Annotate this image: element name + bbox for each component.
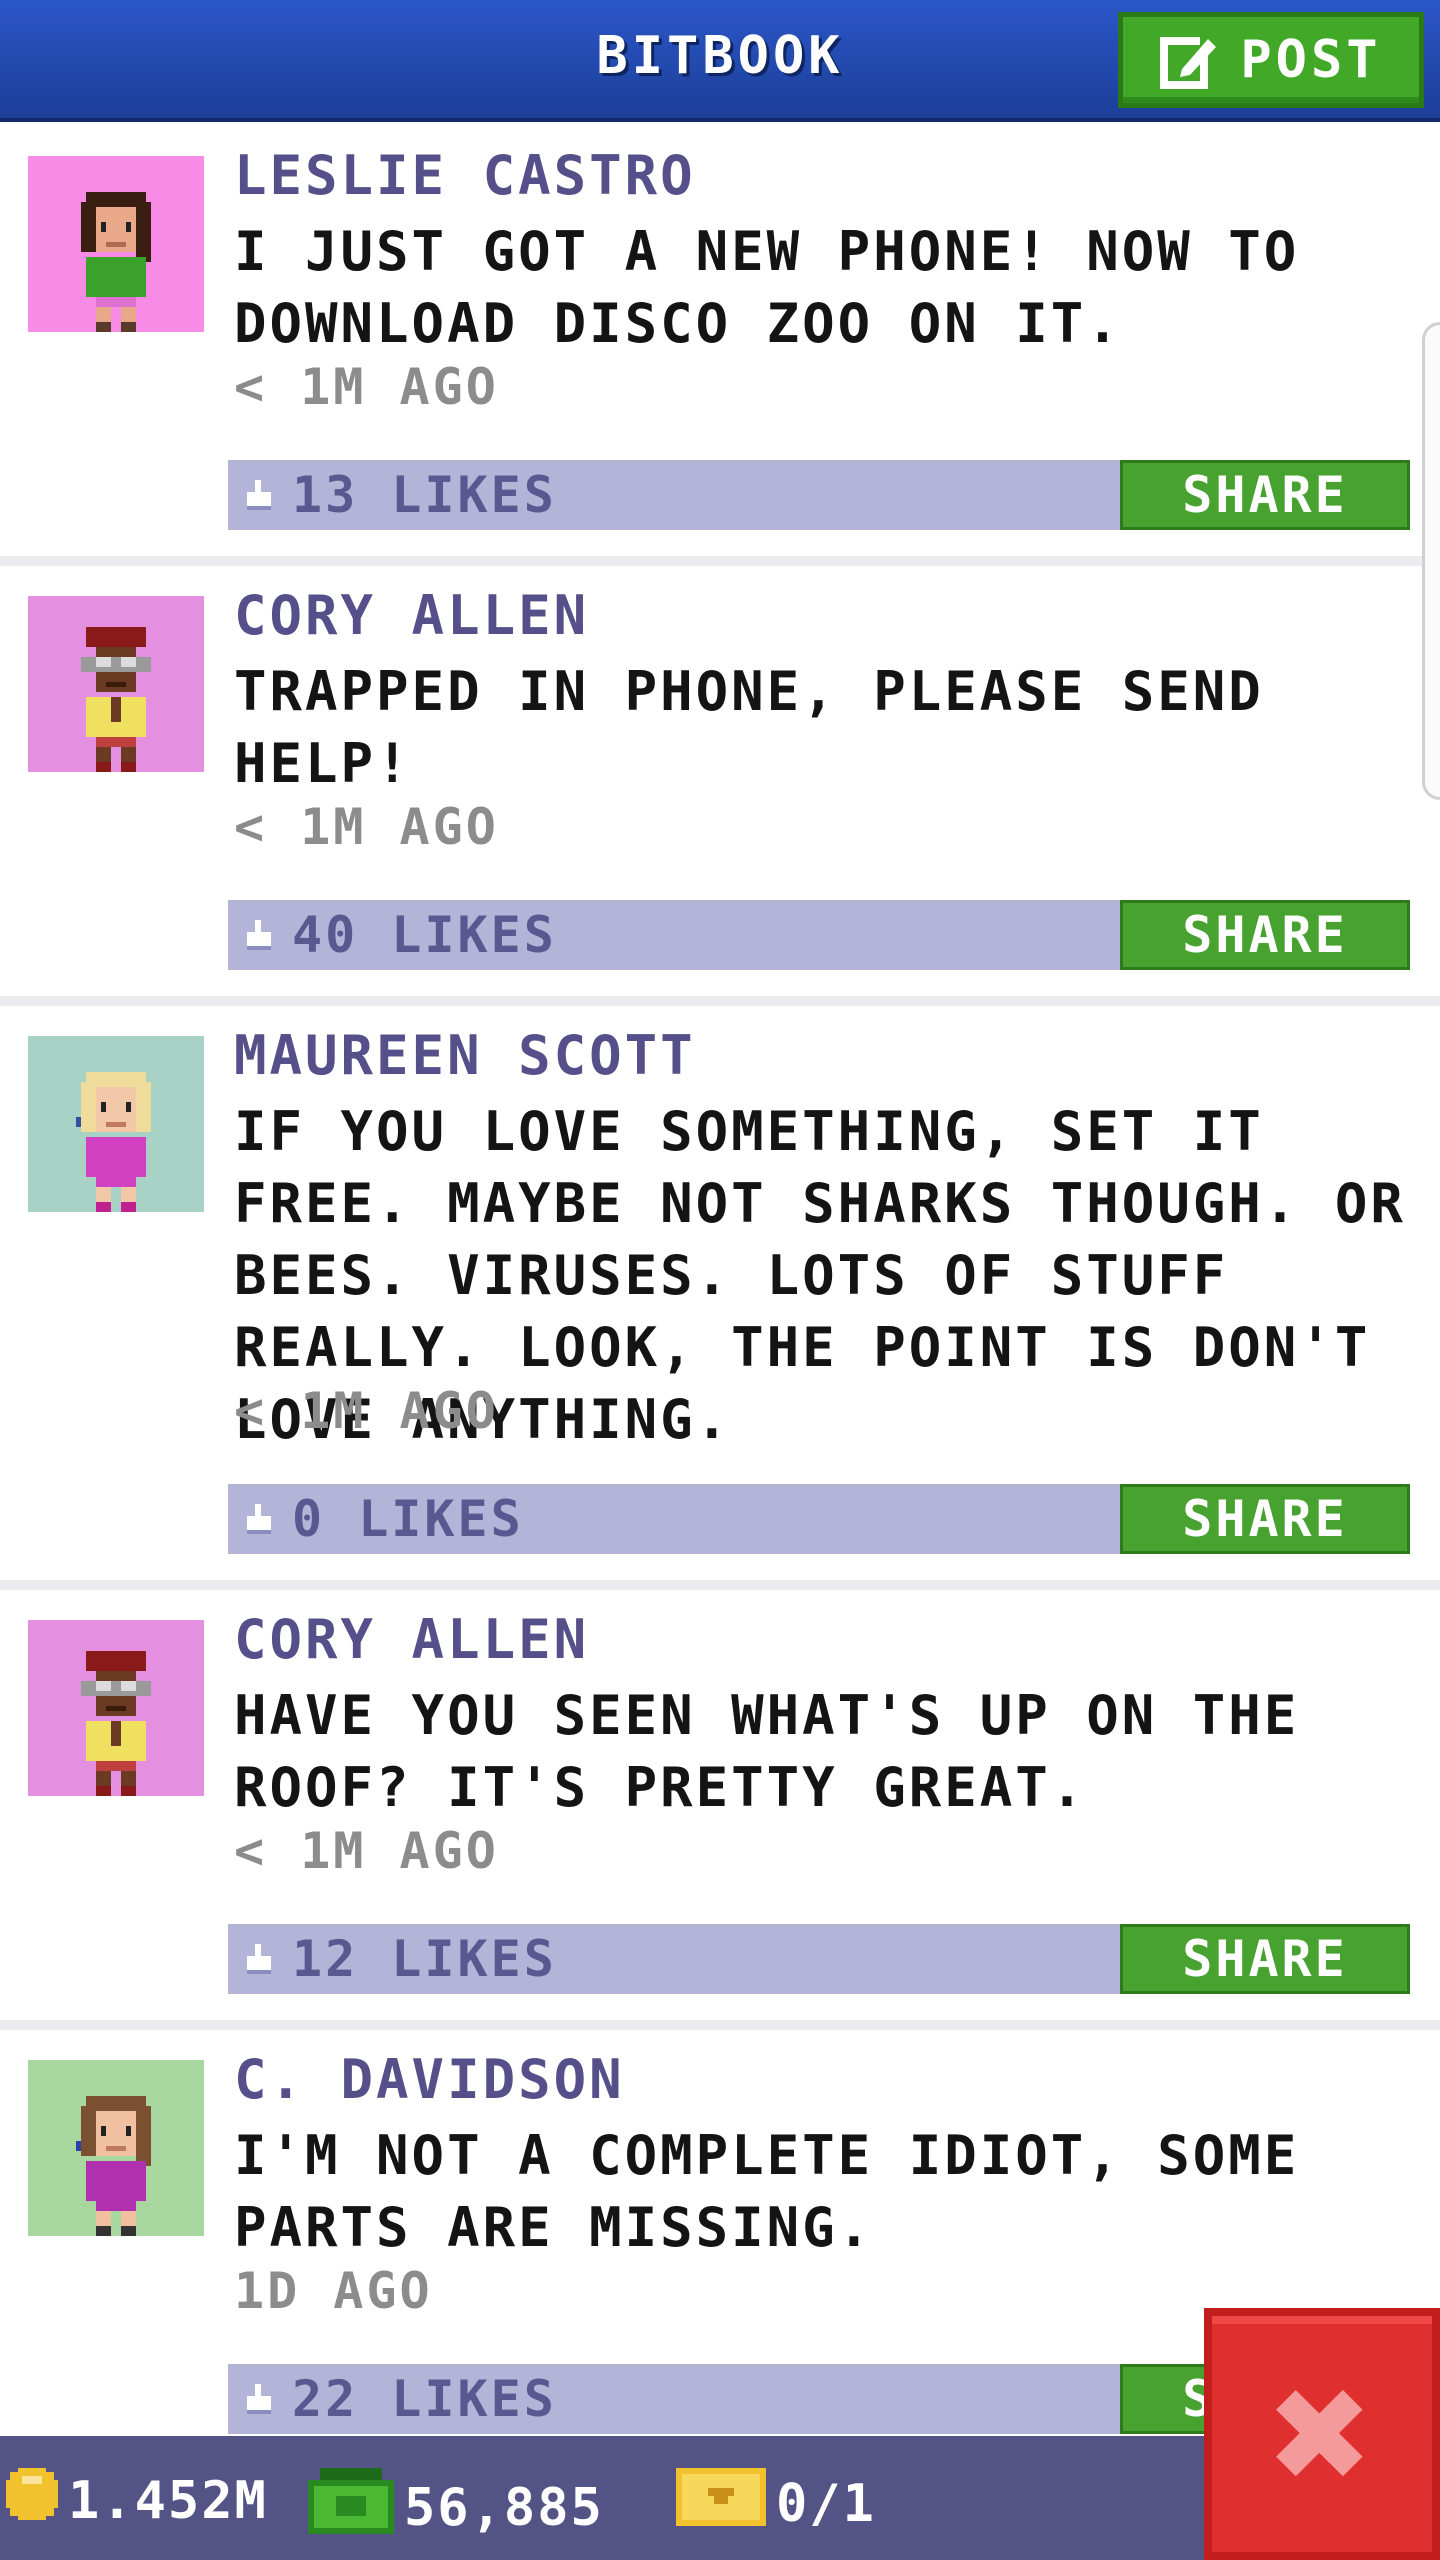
likes-count: 40 LIKES <box>292 906 557 964</box>
likes-count: 12 LIKES <box>292 1930 557 1988</box>
like-icon[interactable] <box>228 900 292 970</box>
cash-value: 56,885 <box>404 2477 604 2538</box>
coins-value: 1.452M <box>68 2470 268 2531</box>
like-icon[interactable] <box>228 1484 292 1554</box>
likes-bar: 13 LIKES SHARE <box>228 460 1410 530</box>
feed-post: CORY ALLEN HAVE YOU SEEN WHAT'S UP ON TH… <box>0 1590 1440 2030</box>
like-icon[interactable] <box>228 1924 292 1994</box>
tickets-stat: 0/1 <box>676 2468 876 2539</box>
post-author: LESLIE CASTRO <box>234 144 696 207</box>
like-icon[interactable] <box>228 2364 292 2434</box>
likes-bar: 12 LIKES SHARE <box>228 1924 1410 1994</box>
likes-count: 0 LIKES <box>292 1490 524 1548</box>
share-button[interactable]: SHARE <box>1120 460 1410 530</box>
likes-bar: 40 LIKES SHARE <box>228 900 1410 970</box>
post-author: MAUREEN SCOTT <box>234 1024 696 1087</box>
close-button[interactable]: ✖ <box>1204 2308 1440 2560</box>
avatar[interactable] <box>28 596 204 772</box>
feed-post: CORY ALLEN TRAPPED IN PHONE, PLEASE SEND… <box>0 566 1440 1006</box>
post-text: I'M NOT A COMPLETE IDIOT, SOME PARTS ARE… <box>234 2124 1300 2259</box>
avatar[interactable] <box>28 156 204 332</box>
post-text: TRAPPED IN PHONE, PLEASE SEND HELP! <box>234 660 1264 795</box>
coin-icon <box>6 2468 58 2533</box>
cash-stat: 56,885 <box>308 2468 604 2547</box>
share-button[interactable]: SHARE <box>1120 900 1410 970</box>
post-author: CORY ALLEN <box>234 584 590 647</box>
post-time: < 1M AGO <box>234 798 499 856</box>
post-author: C. DAVIDSON <box>234 2048 625 2111</box>
avatar[interactable] <box>28 1036 204 1212</box>
post-button-label: POST <box>1240 30 1382 90</box>
cash-icon <box>308 2468 394 2547</box>
post-author: CORY ALLEN <box>234 1608 590 1671</box>
close-icon: ✖ <box>1270 2335 1374 2533</box>
share-button[interactable]: SHARE <box>1120 1924 1410 1994</box>
post-text: I JUST GOT A NEW PHONE! NOW TO DOWNLOAD … <box>234 220 1300 355</box>
post-time: < 1M AGO <box>234 1382 499 1440</box>
post-time: < 1M AGO <box>234 1822 499 1880</box>
avatar[interactable] <box>28 1620 204 1796</box>
feed-post: MAUREEN SCOTT IF YOU LOVE SOMETHING, SET… <box>0 1006 1440 1590</box>
tickets-value: 0/1 <box>776 2473 876 2534</box>
post-time: 1D AGO <box>234 2262 433 2320</box>
ticket-icon <box>676 2468 766 2539</box>
post-text: HAVE YOU SEEN WHAT'S UP ON THE ROOF? IT'… <box>234 1684 1300 1819</box>
post-button[interactable]: POST <box>1118 12 1424 108</box>
avatar[interactable] <box>28 2060 204 2236</box>
like-icon[interactable] <box>228 460 292 530</box>
compose-icon <box>1160 31 1219 89</box>
feed-list[interactable]: LESLIE CASTRO I JUST GOT A NEW PHONE! NO… <box>0 126 1440 2436</box>
coins-stat: 1.452M <box>6 2468 268 2533</box>
top-bar: BITBOOK POST <box>0 0 1440 122</box>
likes-bar: 0 LIKES SHARE <box>228 1484 1410 1554</box>
post-time: < 1M AGO <box>234 358 499 416</box>
likes-count: 22 LIKES <box>292 2370 557 2428</box>
share-button[interactable]: SHARE <box>1120 1484 1410 1554</box>
likes-count: 13 LIKES <box>292 466 557 524</box>
feed-post: LESLIE CASTRO I JUST GOT A NEW PHONE! NO… <box>0 126 1440 566</box>
scroll-indicator[interactable] <box>1422 322 1440 800</box>
